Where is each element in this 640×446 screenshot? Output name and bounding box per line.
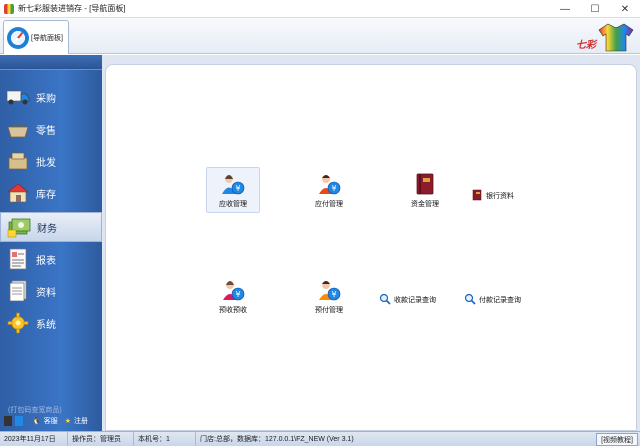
ledger-book-icon [412,171,438,197]
promo-text: (打包码查宽商品) [8,407,62,414]
truck-icon [6,86,30,108]
status-date: 2023年11月17日 [0,431,68,446]
funds-label: 资金管理 [411,201,439,208]
magnifier-icon [464,293,476,307]
sidebar-item-data[interactable]: 资料 [0,276,102,306]
service-link[interactable]: 客服 [44,416,58,426]
bank-info-label: 银行资料 [486,193,514,200]
person-money-icon: ¥ [316,171,342,197]
tab-nav-panel-label: [导航面板] [31,34,63,42]
sidebar-item-wholesale[interactable]: 批发 [0,146,102,176]
status-operator: 操作员：管理员 [68,431,134,446]
minimize-button[interactable]: — [550,0,580,18]
prepay-manage-label: 预付管理 [315,307,343,314]
receivable-button[interactable]: ¥ 应收管理 [206,167,260,213]
register-link[interactable]: 注册 [74,416,88,426]
sidebar-item-label: 采购 [36,93,56,105]
prepay-receive-label: 预收预收 [219,307,247,314]
receivable-label: 应收管理 [219,201,247,208]
payable-label: 应付管理 [315,201,343,208]
brand-logo: 七彩 [576,20,634,54]
window-title: 新七彩服装进销存 - [导航面板] [18,4,126,13]
payable-button[interactable]: ¥ 应付管理 [302,171,356,209]
tab-nav-panel[interactable]: [导航面板] [3,20,69,54]
warehouse-icon [6,182,30,204]
main-area: ¥ 应收管理 ¥ 应付管理 资金管理 银行资料 ¥ 预收预收 ¥ 预付管理 收款… [102,55,640,431]
shopping-basket-icon [6,118,30,140]
toolbar: [导航面板] 七彩 [0,18,640,54]
svg-text:¥: ¥ [235,290,240,299]
person-money-icon: ¥ [220,277,246,303]
sidebar-item-label: 资料 [36,287,56,299]
report-icon [6,248,30,270]
document-icon [6,280,30,302]
color-square-icon [4,416,12,426]
payment-query-label: 付款记录查询 [479,297,521,304]
title-bar: 新七彩服装进销存 - [导航面板] — ☐ ✕ [0,0,640,18]
video-tutorial-button[interactable]: [视频教程] [596,433,638,446]
person-money-icon: ¥ [316,277,342,303]
sidebar-item-label: 零售 [36,125,56,137]
color-square-icon [15,416,23,426]
qq-icon: 🐧 [32,418,41,425]
sidebar: 采购 零售 批发 库存 财务 报表 资料 系统 (打包码查宽商品) [0,55,102,431]
window-controls: — ☐ ✕ [550,0,640,18]
funds-button[interactable]: 资金管理 [398,171,452,209]
finance-panel: ¥ 应收管理 ¥ 应付管理 资金管理 银行资料 ¥ 预收预收 ¥ 预付管理 收款… [105,64,637,431]
sidebar-item-finance[interactable]: 财务 [0,212,102,242]
status-machine: 本机号：1 [134,431,196,446]
sidebar-item-label: 批发 [36,157,56,169]
sidebar-footer: 🐧 客服 ★ 注册 [4,416,88,426]
status-store-db: 门店:总部，数据库：127.0.0.1\FZ_NEW (Ver 3.1) [200,436,354,443]
status-bar: 2023年11月17日 操作员：管理员 本机号：1 门店:总部，数据库：127.… [0,431,640,446]
sidebar-item-system[interactable]: 系统 [0,308,102,338]
close-button[interactable]: ✕ [610,0,640,18]
sidebar-item-label: 报表 [36,255,56,267]
sidebar-item-label: 库存 [36,189,56,201]
tshirt-icon [598,23,634,52]
star-icon: ★ [64,418,71,425]
svg-text:¥: ¥ [331,290,336,299]
sidebar-item-retail[interactable]: 零售 [0,114,102,144]
magnifier-icon [379,293,391,307]
prepay-receive-button[interactable]: ¥ 预收预收 [206,277,260,315]
svg-text:¥: ¥ [331,184,336,193]
receipt-query-button[interactable]: 收款记录查询 [379,293,436,307]
maximize-button[interactable]: ☐ [580,0,610,18]
sidebar-item-inventory[interactable]: 库存 [0,178,102,208]
bank-info-button[interactable]: 银行资料 [471,189,514,203]
sidebar-header [0,55,102,70]
payment-query-button[interactable]: 付款记录查询 [464,293,521,307]
compass-icon [7,26,29,49]
sidebar-item-reports[interactable]: 报表 [0,244,102,274]
svg-text:¥: ¥ [235,184,240,193]
sidebar-item-label: 系统 [36,319,56,331]
ledger-book-small-icon [471,189,483,203]
sidebar-item-label: 财务 [37,223,57,235]
sidebar-item-purchase[interactable]: 采购 [0,82,102,112]
gear-icon [6,312,30,334]
brand-text: 七彩 [576,40,596,51]
app-logo-icon [4,3,14,14]
receipt-query-label: 收款记录查询 [394,297,436,304]
people-money-icon: ¥ [220,171,246,197]
money-icon [7,216,31,238]
boxes-icon [6,150,30,172]
prepay-manage-button[interactable]: ¥ 预付管理 [302,277,356,315]
